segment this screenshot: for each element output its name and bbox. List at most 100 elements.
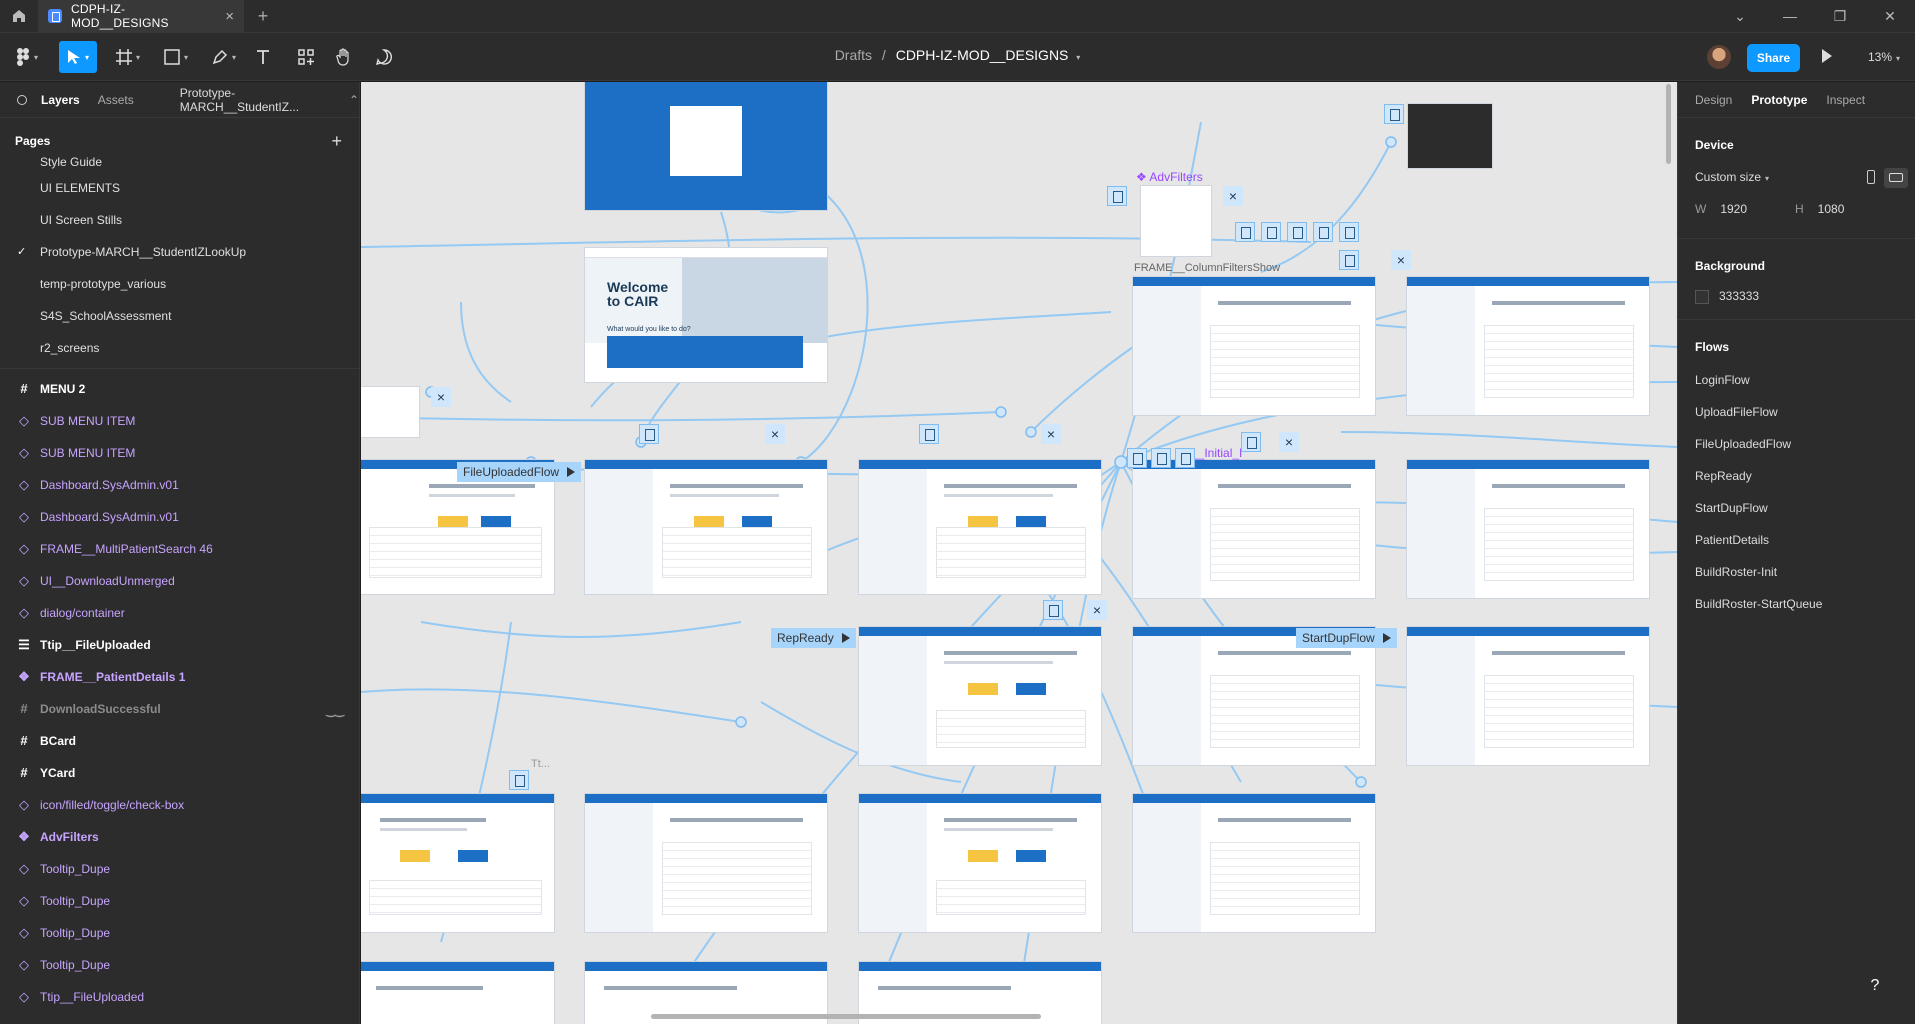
layer-item[interactable]: ◇ FRAME__MultiPatientSearch 46 [0, 533, 359, 565]
flow-item[interactable]: FileUploadedFlow [1678, 428, 1915, 460]
user-avatar[interactable] [1707, 45, 1731, 69]
flow-item[interactable]: StartDupFlow [1678, 492, 1915, 524]
welcome-frame[interactable]: Welcome to CAIR What would you like to do… [585, 248, 827, 382]
roster-management-frame[interactable] [1133, 277, 1375, 415]
overlay-trigger-icon[interactable] [1241, 432, 1261, 452]
overlay-trigger-icon[interactable] [1043, 600, 1063, 620]
layer-item[interactable]: ◇ icon/filled/toggle/check-box [0, 789, 359, 821]
file-name-title[interactable]: CDPH-IZ-MOD__DESIGNS [896, 47, 1069, 63]
chevron-up-icon[interactable]: ⌃ [349, 93, 359, 107]
chevron-down-icon[interactable]: ⌄ [1715, 0, 1765, 32]
chevron-down-icon[interactable]: ▾ [1076, 53, 1080, 62]
flow-item[interactable]: PatientDetails [1678, 524, 1915, 556]
build-roster-frame[interactable] [361, 962, 554, 1024]
tab-prototype[interactable]: Prototype [1751, 93, 1807, 107]
overlay-trigger-icon[interactable] [1261, 222, 1281, 242]
page-item[interactable]: S4S_SchoolAssessment [0, 300, 359, 332]
page-item-current[interactable]: ✓ Prototype-MARCH__StudentIZLookUp [0, 236, 359, 268]
portrait-icon[interactable] [1867, 170, 1875, 184]
flow-start-fileuploadedflow[interactable]: FileUploadedFlow [457, 462, 582, 482]
canvas-horizontal-scrollbar[interactable] [651, 1014, 1041, 1019]
overlay-close-icon[interactable]: × [1087, 600, 1107, 620]
overlay-close-icon[interactable]: × [1041, 424, 1061, 444]
page-item[interactable]: UI ELEMENTS [0, 172, 359, 204]
overlay-trigger-icon[interactable] [1235, 222, 1255, 242]
home-icon[interactable] [0, 0, 38, 32]
present-play-icon[interactable] [1822, 49, 1832, 63]
layer-item[interactable]: ◇ Tooltip_Dupe [0, 949, 359, 981]
restore-icon[interactable]: ❐ [1815, 0, 1865, 32]
canvas-vertical-scrollbar[interactable] [1666, 84, 1671, 164]
flow-item[interactable]: LoginFlow [1678, 364, 1915, 396]
close-tab-icon[interactable]: × [225, 8, 234, 25]
page-item[interactable]: r2_screens [0, 332, 359, 364]
student-reports-frame[interactable] [585, 794, 827, 932]
overlay-trigger-icon[interactable] [1151, 448, 1171, 468]
help-button[interactable]: ? [1857, 968, 1893, 1004]
breadcrumb-drafts-link[interactable]: Drafts [835, 47, 872, 63]
layer-item[interactable]: ◇ Tooltip_Dupe [0, 885, 359, 917]
overlay-trigger-icon[interactable] [1339, 250, 1359, 270]
layer-item[interactable]: ◇ UI__DownloadUnmerged [0, 565, 359, 597]
overlay-trigger-icon[interactable] [1127, 448, 1147, 468]
overlay-close-icon[interactable]: × [1391, 250, 1411, 270]
tab-layers[interactable]: Layers [41, 93, 80, 107]
landscape-toggle[interactable] [1884, 168, 1908, 188]
layer-item[interactable]: ❖ AdvFilters [0, 821, 359, 853]
initial-frame-label[interactable]: __Initial_I [1191, 446, 1242, 460]
layer-item[interactable]: # BCard [0, 725, 359, 757]
tab-assets[interactable]: Assets [98, 93, 134, 107]
search-icon[interactable] [17, 95, 27, 105]
layer-item[interactable]: ◇ Tooltip_Dupe [0, 917, 359, 949]
tab-inspect[interactable]: Inspect [1826, 93, 1865, 107]
flow-start-startdupflow[interactable]: StartDupFlow [1296, 628, 1397, 648]
zoom-level[interactable]: 13% ▾ [1868, 50, 1900, 64]
layer-item[interactable]: ◇ SUB MENU ITEM [0, 437, 359, 469]
advfilters-label[interactable]: ❖ AdvFilters [1136, 170, 1203, 184]
flow-item[interactable]: UploadFileFlow [1678, 396, 1915, 428]
overlay-trigger-icon[interactable] [1107, 186, 1127, 206]
overlay-trigger-icon[interactable] [1313, 222, 1333, 242]
column-filters-label[interactable]: FRAME__ColumnFiltersShow [1134, 262, 1280, 274]
overlay-trigger-icon[interactable] [919, 424, 939, 444]
overlay-close-icon[interactable]: × [431, 387, 451, 407]
dashboard-frame[interactable] [859, 794, 1101, 932]
overlay-close-icon[interactable]: × [765, 424, 785, 444]
layer-item-hidden[interactable]: # DownloadSuccessful ‿‿ [0, 693, 359, 725]
page-item[interactable]: temp-prototype_various [0, 268, 359, 300]
layer-item[interactable]: ◇ Tooltip_Dupe [0, 853, 359, 885]
color-swatch[interactable] [1695, 289, 1709, 304]
layer-item[interactable]: ❖ FRAME__PatientDetails 1 [0, 661, 359, 693]
tab-design[interactable]: Design [1695, 93, 1732, 107]
page-item[interactable]: Style Guide [0, 152, 359, 172]
overlay-trigger-icon[interactable] [1287, 222, 1307, 242]
add-page-icon[interactable]: + [331, 131, 342, 152]
tooltip-frame-label[interactable]: Tt... [531, 758, 550, 770]
roster-management-frame[interactable] [1407, 277, 1649, 415]
dashboard-frame[interactable] [859, 627, 1101, 765]
flow-item[interactable]: BuildRoster-StartQueue [1678, 588, 1915, 620]
advfilters-frame[interactable] [1141, 186, 1211, 256]
layer-item[interactable]: # MENU 2 [0, 373, 359, 405]
overlay-trigger-icon[interactable] [509, 770, 529, 790]
layer-item[interactable]: ◇ Dashboard.SysAdmin.v01 [0, 501, 359, 533]
dashboard-frame[interactable] [361, 794, 554, 932]
minimize-icon[interactable]: — [1765, 0, 1815, 32]
flow-start-repready[interactable]: RepReady [771, 628, 856, 648]
flow-item[interactable]: RepReady [1678, 460, 1915, 492]
flow-item[interactable]: BuildRoster-Init [1678, 556, 1915, 588]
device-select[interactable]: Custom size ▾ [1678, 170, 1769, 184]
eye-hidden-icon[interactable]: ‿‿ [326, 704, 344, 717]
background-color-field[interactable]: 333333 [1678, 289, 1759, 304]
current-page-selector[interactable]: Prototype-MARCH__StudentIZ... [180, 86, 331, 114]
tooltip-frame[interactable] [361, 387, 419, 437]
height-field[interactable]: H 1080 [1778, 202, 1844, 216]
page-item[interactable]: UI Screen Stills [0, 204, 359, 236]
layer-item[interactable]: ◇ Dashboard.SysAdmin.v01 [0, 469, 359, 501]
overlay-trigger-icon[interactable] [1384, 104, 1404, 124]
layer-item[interactable]: ◇ dialog/container [0, 597, 359, 629]
layer-item[interactable]: # YCard [0, 757, 359, 789]
design-canvas[interactable]: Welcome to CAIR What would you like to do… [361, 82, 1677, 1024]
overlay-close-icon[interactable]: × [1279, 432, 1299, 452]
overlay-trigger-icon[interactable] [639, 424, 659, 444]
